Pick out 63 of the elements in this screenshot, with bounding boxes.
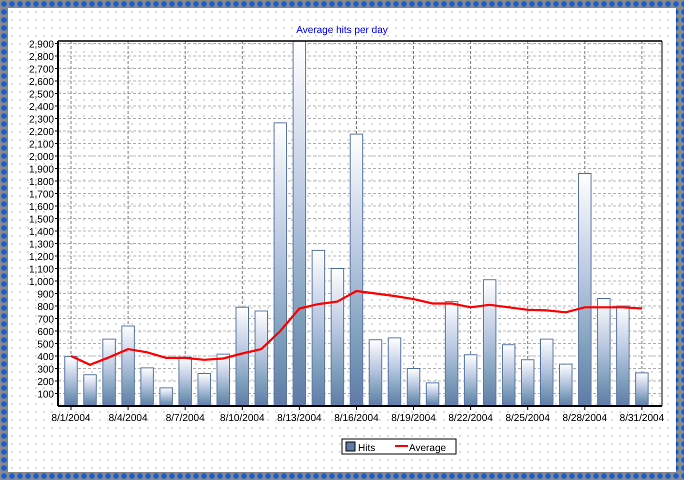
legend-line [395, 445, 408, 447]
axis-label: 800 [37, 302, 54, 313]
axis-label: 2,800 [28, 52, 54, 63]
axis-label: 900 [37, 290, 54, 300]
legend-label: Hits [358, 443, 376, 454]
axis-label: 1,200 [28, 252, 54, 263]
axis-label: 8/22/2004 [448, 413, 493, 424]
bar [216, 354, 230, 406]
axis-label: 8/4/2004 [108, 413, 148, 424]
axis-label: 8/28/2004 [562, 413, 608, 424]
axis-label: 8/1/2004 [52, 413, 90, 424]
axis-label: 100 [37, 390, 54, 400]
axis-label: 8/7/2004 [166, 413, 205, 424]
axis-label: 400 [37, 352, 54, 363]
axis-label: 1,700 [28, 190, 54, 200]
axis-label: 8/19/2004 [391, 413, 436, 424]
axis-label: 2,700 [28, 64, 54, 76]
axis-label: 200 [37, 377, 54, 388]
axis-label: 2,200 [28, 127, 54, 138]
axis-label: 2,100 [28, 140, 54, 150]
bar [426, 382, 440, 406]
axis-label: 1,000 [28, 277, 54, 288]
bar [102, 338, 116, 406]
bar [197, 373, 211, 406]
bar [502, 344, 516, 406]
axis-label: 8/16/2004 [334, 413, 379, 424]
bar [140, 367, 154, 406]
axis-label: 500 [37, 340, 54, 350]
axis-label: 8/10/2004 [220, 413, 265, 424]
axis-label: 1,600 [28, 202, 54, 213]
bar [368, 339, 382, 406]
bar [388, 337, 402, 406]
axis-label: 1,900 [28, 164, 54, 176]
bar [635, 372, 649, 406]
axis-label: 1,500 [28, 214, 54, 226]
bar [464, 354, 478, 406]
bar [406, 368, 420, 406]
bar [559, 364, 573, 406]
bar [83, 374, 97, 406]
axis-label: 2,900 [28, 40, 54, 50]
axis-label: 700 [37, 314, 54, 326]
bar [64, 356, 78, 406]
legend-label: Average [409, 443, 446, 454]
axis-label: 2,400 [28, 102, 54, 113]
bar [159, 387, 173, 406]
axis-label: 600 [37, 327, 54, 338]
axis-label: 2,500 [28, 90, 54, 100]
bar [520, 359, 534, 406]
axis-label: 1,300 [28, 240, 54, 250]
axis-label: 2,000 [28, 152, 54, 163]
axis-label: 1,800 [28, 177, 54, 188]
axis-label: 2,300 [28, 114, 54, 126]
bar [178, 356, 192, 406]
legend-swatch [346, 442, 356, 452]
axis-label: 8/25/2004 [505, 413, 550, 424]
axis-label: 1,100 [28, 264, 54, 276]
axis-label: 8/31/2004 [620, 413, 664, 424]
bar [540, 338, 554, 406]
axis-label: 1,400 [28, 227, 54, 238]
axis-label: 8/13/2004 [277, 413, 322, 424]
axis-label: 2,600 [28, 77, 54, 88]
axis-label: 300 [37, 364, 54, 376]
chart-title: Average hits per day [296, 25, 388, 36]
